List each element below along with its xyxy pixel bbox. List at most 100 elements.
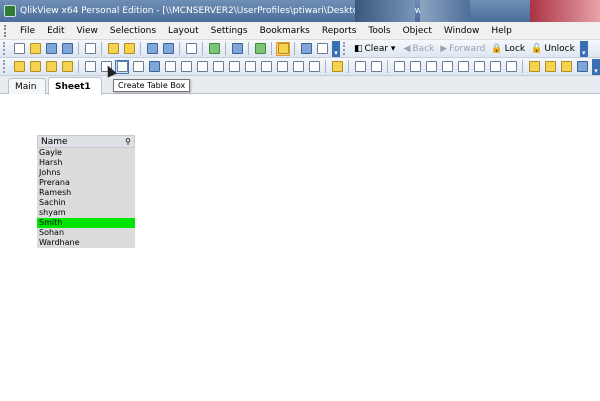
toolbar-separator [101,42,102,55]
align-middle-icon[interactable] [456,60,470,74]
list-item[interactable]: Ramesh [37,188,135,198]
align-bottom-icon[interactable] [440,60,454,74]
help-icon[interactable] [299,42,313,56]
menu-reports[interactable]: Reports [316,26,363,36]
design-toolbar: ▾ [0,58,600,76]
user-preferences-icon[interactable] [543,60,557,74]
align-right-icon[interactable] [424,60,438,74]
menu-selections[interactable]: Selections [104,26,162,36]
edit-script-icon[interactable] [106,42,120,56]
redo-icon[interactable] [161,42,175,56]
toolbar-grip[interactable] [3,60,8,73]
align-top-icon[interactable] [472,60,486,74]
menu-tools[interactable]: Tools [362,26,396,36]
new-document-icon[interactable] [12,42,26,56]
toolbar-grip[interactable] [343,42,348,55]
menu-grip[interactable] [4,24,10,37]
design-grid-icon[interactable] [276,41,290,56]
back-button[interactable]: ◀ Back [400,42,437,56]
current-selections-icon[interactable] [207,42,221,56]
list-item-selected[interactable]: Smith [37,218,135,228]
grid-snap-icon[interactable] [369,60,383,74]
menu-object[interactable]: Object [397,26,438,36]
text-object-icon[interactable] [211,60,225,74]
toolbar-grip[interactable] [3,42,8,55]
name-list-box[interactable]: Name ⚲ Gayle Harsh Johns Prerana Ramesh … [37,135,135,248]
menu-window[interactable]: Window [438,26,486,36]
align-left-icon[interactable] [392,60,406,74]
toolbar-separator [78,42,79,55]
search-object-icon[interactable] [275,60,289,74]
list-item[interactable]: Johns [37,168,135,178]
menu-layout[interactable]: Layout [162,26,205,36]
current-selections-box-icon[interactable] [179,60,193,74]
reload-icon[interactable] [122,42,136,56]
button-object-icon[interactable] [195,60,209,74]
menu-help[interactable]: Help [485,26,518,36]
list-item[interactable]: Gayle [37,148,135,158]
list-item[interactable]: Sachin [37,198,135,208]
menu-bookmarks[interactable]: Bookmarks [254,26,316,36]
magic-wand-icon[interactable] [330,60,344,74]
toolbar-separator [522,60,523,73]
print-icon[interactable] [83,42,97,56]
chart-object-icon[interactable] [147,60,161,74]
list-item[interactable]: shyam [37,208,135,218]
forward-label: Forward [449,43,486,54]
favorite-star-icon[interactable] [253,42,267,56]
list-item[interactable]: Sohan [37,228,135,238]
lock-button[interactable]: 🔒 Lock [488,42,528,56]
bookmark-object-icon[interactable] [291,60,305,74]
forward-button[interactable]: ▶ Forward [437,42,488,56]
toolbar-overflow-icon[interactable]: ▾ [592,58,600,75]
open-server-icon[interactable] [44,42,58,56]
edit-module-icon[interactable] [559,60,573,74]
menu-file[interactable]: File [14,26,41,36]
search-icon[interactable]: ⚲ [125,137,131,146]
open-folder-icon[interactable] [28,42,42,56]
unlock-button[interactable]: 🔓 Unlock [528,42,578,56]
menu-settings[interactable]: Settings [205,26,254,36]
promote-sheet-icon[interactable] [28,60,42,74]
slider-object-icon[interactable] [243,60,257,74]
tab-sheet1[interactable]: Sheet1 [48,77,102,95]
context-help-icon[interactable] [315,42,329,56]
document-properties-icon[interactable] [527,60,541,74]
line-arrow-object-icon[interactable] [227,60,241,74]
undo-icon[interactable] [145,42,159,56]
toolbar-separator [325,60,326,73]
calendar-object-icon[interactable] [259,60,273,74]
menu-edit[interactable]: Edit [41,26,70,36]
new-sheet-icon[interactable] [12,60,26,74]
list-item[interactable]: Harsh [37,158,135,168]
list-box-caption[interactable]: Name ⚲ [37,135,135,148]
multi-box-icon[interactable] [131,60,145,74]
toolbar-separator [387,60,388,73]
space-vertical-icon[interactable] [504,60,518,74]
back-arrow-icon: ◀ [403,43,411,54]
align-center-icon[interactable] [408,60,422,74]
save-icon[interactable] [60,42,74,56]
sheet-properties-icon[interactable] [60,60,74,74]
toolbar-overflow-icon[interactable]: ▾ [332,40,340,57]
format-painter-icon[interactable] [353,60,367,74]
list-item[interactable]: Wardhane [37,238,135,248]
standard-toolbar: ▾ ◧ Clear ▾ ◀ Back ▶ Forward 🔒 Lock 🔓 Un… [0,40,600,58]
list-item[interactable]: Prerana [37,178,135,188]
toolbar-overflow-icon[interactable]: ▾ [579,40,588,57]
clear-button[interactable]: ◧ Clear ▾ [351,42,400,56]
table-box-icon[interactable] [115,59,129,74]
toolbar-separator [248,42,249,55]
list-box-icon[interactable] [83,60,97,74]
tab-main[interactable]: Main [8,78,46,94]
search-icon[interactable] [184,42,198,56]
tooltip: Create Table Box [113,79,191,92]
chart-icon[interactable] [230,42,244,56]
input-box-icon[interactable] [163,60,177,74]
demote-sheet-icon[interactable] [44,60,58,74]
table-viewer-icon[interactable] [575,60,589,74]
space-horizontal-icon[interactable] [488,60,502,74]
container-object-icon[interactable] [307,60,321,74]
toolbar-separator [271,42,272,55]
menu-view[interactable]: View [71,26,104,36]
